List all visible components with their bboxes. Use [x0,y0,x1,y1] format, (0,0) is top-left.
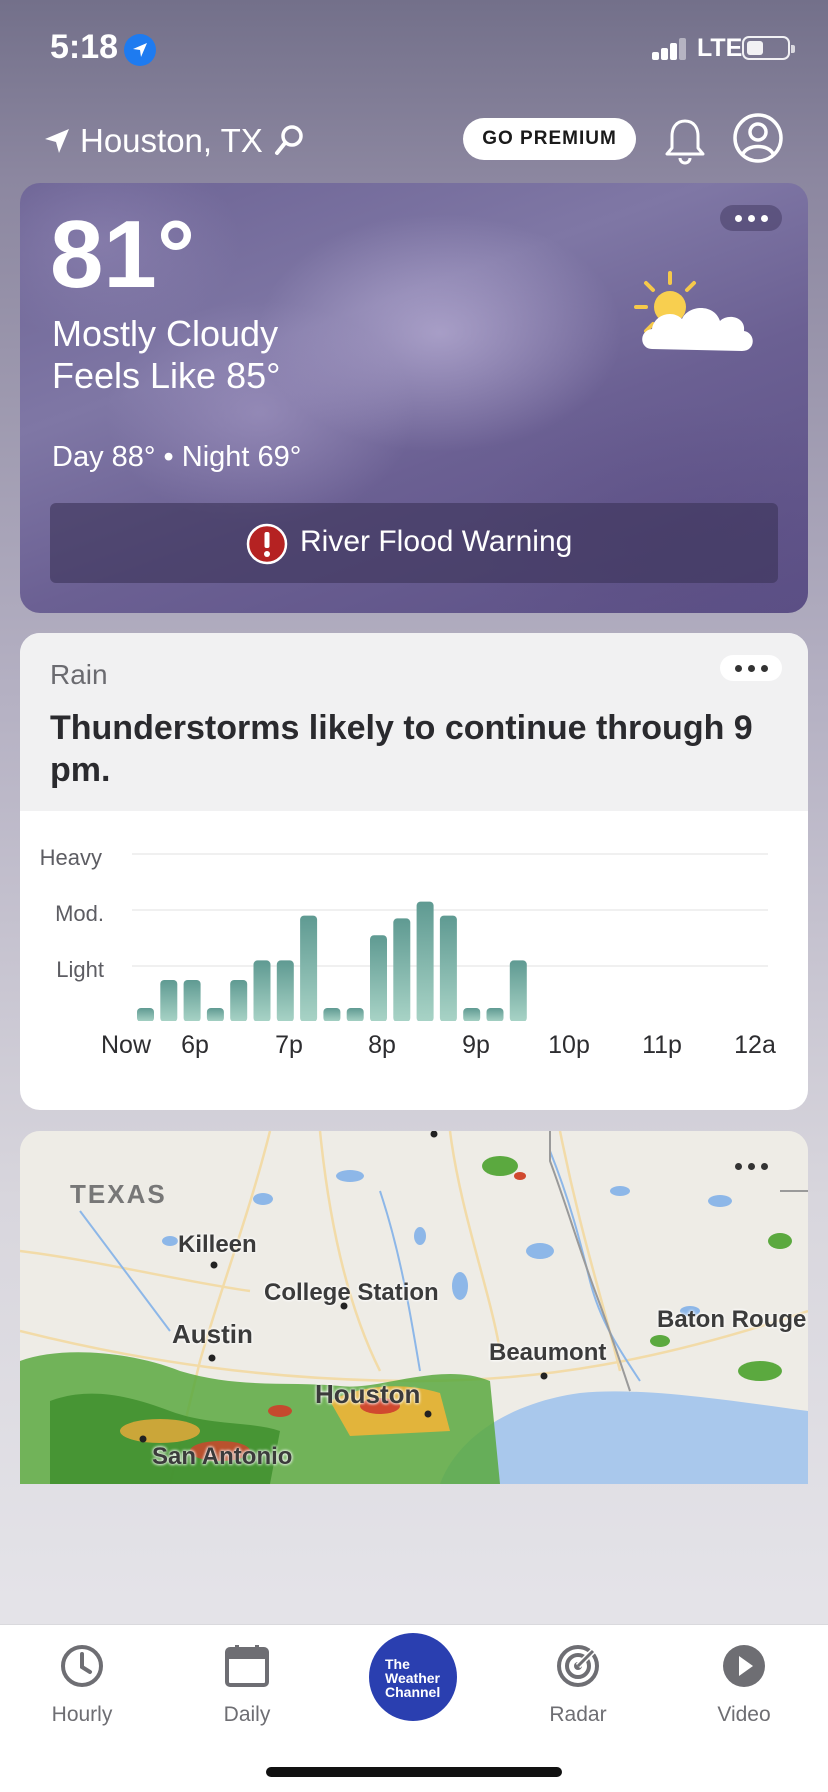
status-bar: 5:18 LTE [0,0,828,100]
map-city-san-antonio: San Antonio [152,1443,293,1470]
clock-icon [61,1645,103,1687]
warning-icon [246,523,288,565]
precip-bars [132,853,768,1021]
network-type: LTE [697,34,743,62]
map-city-austin: Austin [172,1319,253,1349]
map-city-beaumont: Beaumont [489,1339,607,1366]
current-more-button[interactable] [720,205,782,231]
tab-bar: Hourly Daily The Weather Channel Radar V… [0,1624,828,1792]
precip-bar [486,1008,504,1021]
current-temperature: 81° [50,201,196,308]
home-indicator [266,1767,562,1777]
weather-channel-logo[interactable]: The Weather Channel [369,1633,457,1721]
x-label-9p: 9p [462,1031,490,1059]
brand-line-1: The [385,1656,410,1672]
precip-chart: Heavy Mod. Light Now 6p 7p 8p 9p 10p 11p… [20,811,808,1110]
tab-radar[interactable]: Radar [518,1643,638,1727]
tab-daily[interactable]: Daily [187,1643,307,1727]
map-city-baton-rouge: Baton Rouge [657,1306,807,1333]
precip-bar [253,960,271,1021]
feels-like-text: Feels Like 85° [52,355,281,396]
bell-icon[interactable] [664,116,706,166]
precip-bar [276,960,294,1021]
rain-more-button[interactable] [720,655,782,681]
header: Houston, TX GO PREMIUM [0,112,828,172]
brand-line-2: Weather [385,1670,440,1686]
location-arrow-icon[interactable] [42,126,72,156]
precip-bar [370,935,387,1021]
map-state-label: TEXAS [70,1179,167,1209]
x-label-12a: 12a [734,1031,776,1059]
x-label-10p: 10p [548,1031,590,1059]
precip-bar [416,901,434,1021]
precip-bar [393,918,411,1021]
location-name[interactable]: Houston, TX [80,122,263,160]
precip-bar [323,1008,341,1021]
calendar-icon [225,1645,269,1687]
rain-card-header: Rain Thunderstorms likely to continue th… [20,633,808,811]
rain-headline: Thunderstorms likely to continue through… [50,709,753,789]
tab-radar-label: Radar [549,1703,607,1726]
x-label-6p: 6p [181,1031,209,1059]
precip-bar [300,915,318,1021]
precip-bar [509,960,527,1021]
battery-icon [742,36,795,60]
day-night-temps: Day 88° • Night 69° [52,441,302,473]
tab-daily-label: Daily [223,1703,271,1726]
map-more-button[interactable] [720,1153,782,1179]
flood-warning-banner[interactable]: River Flood Warning [50,503,778,583]
profile-icon[interactable] [732,112,784,164]
x-label-now: Now [100,1031,152,1059]
play-icon [723,1645,765,1687]
radar-map-card[interactable]: TEXAS Killeen College Station Austin Bea… [20,1131,808,1484]
map-city-college-station: College Station [264,1279,439,1306]
x-label-7p: 7p [275,1031,303,1059]
status-time: 5:18 [50,28,119,66]
radar-icon [557,1645,599,1687]
tab-video[interactable]: Video [684,1643,804,1727]
precip-bar [183,980,201,1021]
current-conditions-card[interactable]: 81° Mostly Cloudy Feels Like 85° Day 88°… [20,183,808,613]
tab-video-label: Video [717,1703,771,1726]
precip-bar [206,1008,224,1021]
rain-label: Rain [50,659,108,690]
brand-line-3: Channel [385,1684,441,1700]
x-label-8p: 8p [368,1031,396,1059]
tab-hourly[interactable]: Hourly [22,1643,142,1727]
precip-bar [137,1008,154,1021]
map-city-houston: Houston [315,1379,421,1409]
precip-bar [439,915,457,1021]
tab-hourly-label: Hourly [51,1703,113,1726]
alert-text: River Flood Warning [300,525,573,558]
map-city-killeen: Killeen [178,1231,257,1258]
location-services-icon [124,34,156,66]
condition-text: Mostly Cloudy [52,313,279,354]
partly-cloudy-day-icon [634,271,753,351]
precip-bar [230,980,248,1021]
x-label-11p: 11p [642,1031,682,1059]
go-premium-button[interactable]: GO PREMIUM [463,118,636,160]
cellular-signal-icon [652,36,688,60]
rain-card[interactable]: Rain Thunderstorms likely to continue th… [20,633,808,1110]
precip-bar [463,1008,481,1021]
precip-bar [160,980,178,1021]
search-icon[interactable] [272,122,308,158]
precip-bar [346,1008,364,1021]
